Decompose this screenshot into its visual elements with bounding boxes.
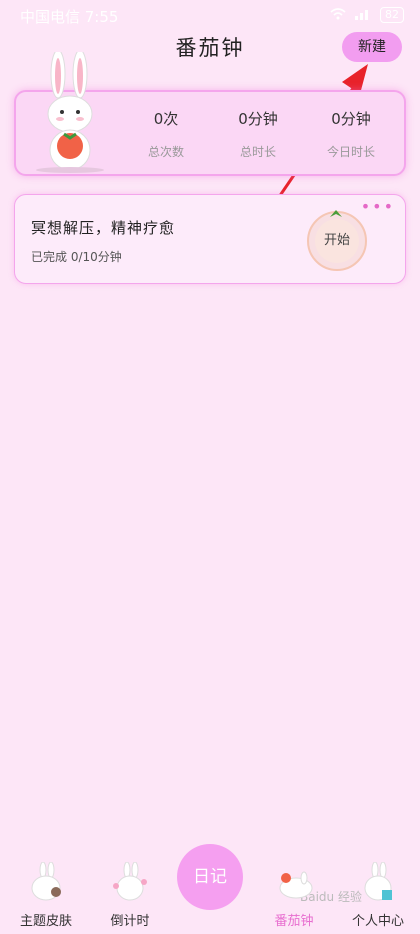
stat-today-duration: 0分钟 今日时长 <box>306 108 396 160</box>
stat-today-duration-label: 今日时长 <box>326 145 375 159</box>
nav-pomodoro-label: 番茄钟 <box>274 914 314 929</box>
stat-total-duration-value: 0分钟 <box>238 110 278 128</box>
tomato-leaf-icon <box>330 210 342 217</box>
stat-total-count-value: 0次 <box>153 110 179 128</box>
bottom-nav: 主题皮肤 倒计时 日记 番茄钟 个人中心 <box>0 844 420 934</box>
nav-countdown-label: 倒计时 <box>110 914 150 929</box>
start-button[interactable]: 开始 <box>307 210 367 271</box>
start-button-label: 开始 <box>315 219 359 263</box>
stat-total-duration: 0分钟 总时长 <box>213 108 303 160</box>
stat-today-duration-value: 0分钟 <box>331 110 371 128</box>
nav-theme-skin[interactable]: 主题皮肤 <box>4 856 88 934</box>
bunny-palette-icon <box>31 862 61 901</box>
bunny-flowers-icon <box>113 862 147 901</box>
nav-pomodoro[interactable]: 番茄钟 <box>252 856 336 934</box>
nav-profile[interactable]: 个人中心 <box>336 856 420 934</box>
stats-card: 0次 总次数 0分钟 总时长 0分钟 今日时长 <box>14 52 406 176</box>
stat-total-count: 0次 总次数 <box>121 108 211 160</box>
nav-countdown[interactable]: 倒计时 <box>88 856 172 934</box>
nav-profile-label: 个人中心 <box>351 914 404 929</box>
more-options-icon[interactable]: ••• <box>361 197 395 216</box>
bunny-tomato-nav-icon <box>279 871 313 899</box>
nav-diary[interactable]: 日记 <box>177 844 243 910</box>
stat-total-count-label: 总次数 <box>147 145 184 159</box>
task-card[interactable]: 冥想解压，精神疗愈 已完成 0/10分钟 ••• 开始 <box>14 194 406 284</box>
task-progress: 已完成 0/10分钟 <box>31 250 122 264</box>
bunny-profile-icon <box>364 862 392 901</box>
nav-theme-skin-label: 主题皮肤 <box>19 914 72 929</box>
bunny-tomato-icon <box>36 52 104 173</box>
stat-total-duration-label: 总时长 <box>239 145 276 159</box>
task-title: 冥想解压，精神疗愈 <box>31 219 176 237</box>
